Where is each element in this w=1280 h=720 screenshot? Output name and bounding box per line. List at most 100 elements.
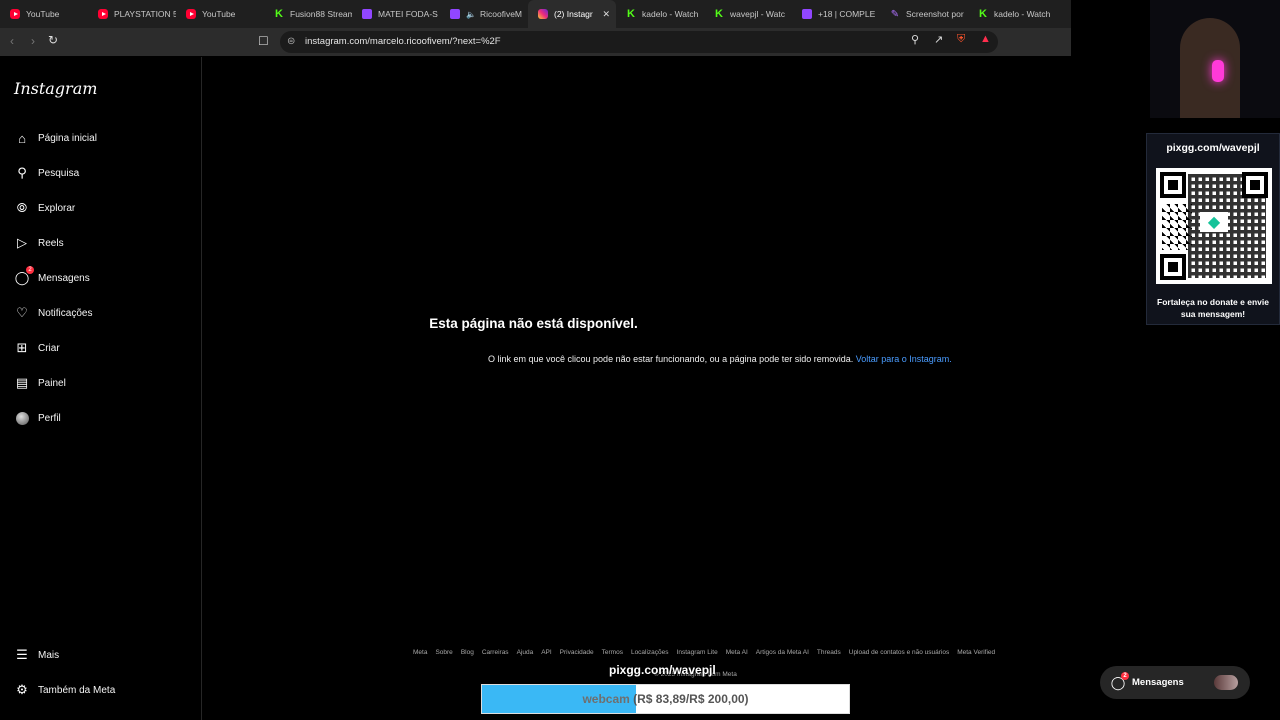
- avatar: [1214, 675, 1238, 690]
- error-title: Esta página não está disponível.: [429, 316, 638, 331]
- tab-label: Fusion88 Stream: [290, 9, 352, 19]
- tab-label: wavepjl - Watc: [730, 9, 785, 19]
- tab-5[interactable]: 🔈 RicoofiveM: [440, 0, 528, 28]
- tab-4[interactable]: MATEI FODA-S: [352, 0, 440, 28]
- footer-link[interactable]: API: [541, 649, 551, 656]
- donation-url-caption: pixgg.com/wavepjl: [609, 663, 716, 677]
- youtube-icon: [98, 9, 108, 19]
- footer-link[interactable]: Artigos da Meta AI: [756, 649, 809, 656]
- tab-label: (2) Instagr: [554, 9, 593, 19]
- kick-icon: K: [979, 8, 987, 20]
- sidebar-item-messages[interactable]: ◯ 2 Mensagens: [14, 266, 90, 289]
- footer-link[interactable]: Meta AI: [726, 649, 748, 656]
- sidebar-item-explore[interactable]: ⦾ Explorar: [14, 197, 75, 219]
- pix-logo-icon: ◆: [1200, 212, 1228, 232]
- instagram-icon: [538, 9, 548, 19]
- share-icon[interactable]: ↗: [934, 33, 943, 46]
- twitch-icon: [362, 9, 372, 19]
- sidebar-item-dashboard[interactable]: ▤ Painel: [14, 372, 66, 394]
- footer-link[interactable]: Privacidade: [560, 649, 594, 656]
- footer-link[interactable]: Upload de contatos e não usuários: [849, 649, 949, 656]
- donation-message: Fortaleça no donate e envie sua mensagem…: [1157, 297, 1269, 319]
- donation-goal-bar: webcam (R$ 83,89/R$ 200,00): [481, 684, 850, 714]
- footer-link[interactable]: Instagram Lite: [677, 649, 718, 656]
- tab-7[interactable]: Kkadelo - Watch: [616, 0, 704, 28]
- sidebar-item-label: Mensagens: [38, 272, 90, 284]
- footer-link[interactable]: Termos: [602, 649, 623, 656]
- brave-shield-icon[interactable]: ⛨: [957, 33, 965, 46]
- tab-11[interactable]: Kkadelo - Watch: [968, 0, 1056, 28]
- close-tab-icon[interactable]: ✕: [602, 9, 610, 20]
- sidebar-item-label: Página inicial: [38, 132, 97, 144]
- kick-icon: K: [715, 8, 723, 20]
- tab-label: Screenshot por: [906, 9, 964, 19]
- tab-1[interactable]: PLAYSTATION 5: [88, 0, 176, 28]
- footer-link[interactable]: Sobre: [435, 649, 452, 656]
- footer-link[interactable]: Meta: [413, 649, 427, 656]
- sidebar-item-create[interactable]: ⊞ Criar: [14, 337, 60, 359]
- tab-label: YouTube: [202, 9, 236, 19]
- address-bar[interactable]: ⊜ instagram.com/marcelo.ricoofivem/?next…: [280, 31, 998, 53]
- tab-9[interactable]: +18 | COMPLE: [792, 0, 880, 28]
- bookmark-icon[interactable]: ☐: [258, 34, 269, 48]
- brave-rewards-icon[interactable]: ▲: [980, 33, 991, 45]
- reload-icon[interactable]: ↻: [48, 33, 58, 47]
- tab-10[interactable]: ✎ Screenshot por: [880, 0, 968, 28]
- sidebar-item-label: Explorar: [38, 202, 76, 214]
- sidebar-item-more[interactable]: ☰ Mais: [14, 644, 59, 666]
- home-icon: ⌂: [18, 130, 26, 146]
- reels-icon: ▷: [17, 235, 27, 250]
- qr-code: ◆: [1156, 168, 1272, 284]
- goal-amount: (R$ 83,89/R$ 200,00): [633, 692, 749, 706]
- sidebar-item-also-from-meta[interactable]: ⚙ Também da Meta: [14, 679, 115, 701]
- footer-link[interactable]: Carreiras: [482, 649, 509, 656]
- sidebar-item-home[interactable]: ⌂ Página inicial: [14, 127, 97, 149]
- sidebar-item-label: Painel: [38, 377, 66, 389]
- sidebar-item-reels[interactable]: ▷ Reels: [14, 232, 64, 254]
- tab-label: MATEI FODA-S: [378, 9, 438, 19]
- sidebar-item-profile[interactable]: Perfil: [14, 407, 61, 429]
- footer-link[interactable]: Blog: [461, 649, 474, 656]
- tab-label: kadelo - Watch: [994, 9, 1051, 19]
- sidebar-item-label: Perfil: [38, 412, 61, 424]
- back-to-instagram-link[interactable]: Voltar para o Instagram.: [856, 354, 952, 364]
- tab-label: PLAYSTATION 5: [114, 9, 176, 19]
- sidebar-item-label: Também da Meta: [38, 684, 116, 696]
- microphone-icon: [1212, 60, 1224, 82]
- messenger-icon: ◯ 2: [14, 266, 34, 286]
- browser-toolbar: ‹ › ↻ ☐ ⊜ instagram.com/marcelo.ricoofiv…: [0, 28, 1071, 56]
- footer-link[interactable]: Meta Verified: [957, 649, 995, 656]
- messages-button[interactable]: ◯ 2 Mensagens: [1100, 666, 1250, 699]
- messages-label: Mensagens: [1132, 677, 1184, 688]
- sidebar-item-label: Reels: [38, 237, 64, 249]
- sidebar-item-label: Pesquisa: [38, 167, 80, 179]
- instagram-logo[interactable]: Instagram: [14, 79, 97, 98]
- error-text: O link em que você clicou pode não estar…: [488, 354, 854, 364]
- notification-badge: 2: [26, 266, 34, 274]
- search-icon: ⚲: [17, 165, 27, 180]
- footer-link[interactable]: Threads: [817, 649, 841, 656]
- tab-3[interactable]: K Fusion88 Stream: [264, 0, 352, 28]
- tab-0[interactable]: YouTube: [0, 0, 88, 28]
- youtube-icon: [10, 9, 20, 19]
- tab-2[interactable]: YouTube: [176, 0, 264, 28]
- tab-8[interactable]: Kwavepjl - Watc: [704, 0, 792, 28]
- zoom-icon[interactable]: ⚲: [911, 33, 919, 46]
- menu-icon: ☰: [16, 647, 28, 662]
- back-arrow-icon[interactable]: ‹: [10, 34, 14, 48]
- avatar: [14, 410, 30, 426]
- tab-label: RicoofiveM: [479, 9, 523, 19]
- footer-link[interactable]: Localizações: [631, 649, 669, 656]
- streamer-image: [1180, 18, 1240, 118]
- forward-arrow-icon[interactable]: ›: [31, 34, 35, 48]
- webcam-overlay: [1150, 0, 1280, 118]
- sidebar-item-search[interactable]: ⚲ Pesquisa: [14, 162, 79, 184]
- main-content: Esta página não está disponível. O link …: [202, 57, 1071, 720]
- footer-link[interactable]: Ajuda: [517, 649, 534, 656]
- tab-6[interactable]: (2) Instagr ✕: [528, 0, 616, 28]
- plus-icon: ⊞: [16, 340, 28, 355]
- speaker-icon[interactable]: 🔈: [466, 10, 476, 19]
- site-settings-icon[interactable]: ⊜: [287, 36, 295, 47]
- pen-icon: ✎: [890, 8, 900, 20]
- tab-label: kadelo - Watch: [642, 9, 699, 19]
